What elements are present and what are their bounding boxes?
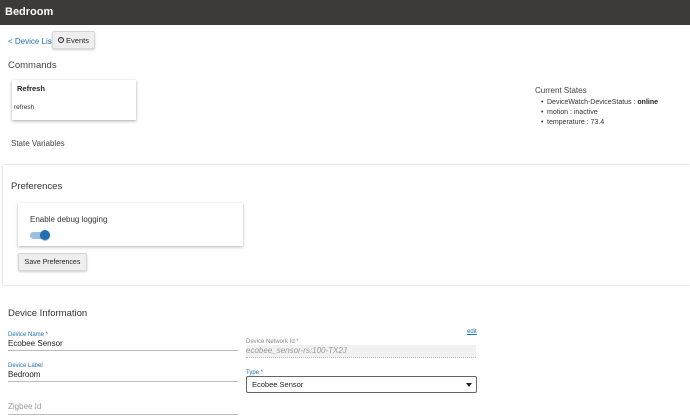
toggle-knob <box>40 230 50 240</box>
state-item: motion : inactive <box>541 108 658 118</box>
device-name-field[interactable]: Device Name * Ecobee Sensor <box>8 332 238 351</box>
edit-network-id-link[interactable]: edit <box>467 329 477 335</box>
type-select-value: Ecobee Sensor <box>252 380 304 389</box>
events-button-label: Events <box>66 35 89 45</box>
state-item: DeviceWatch-DeviceStatus : online <box>541 98 658 108</box>
type-select[interactable]: Ecobee Sensor <box>246 376 477 393</box>
preferences-panel: Preferences Enable debug logging Save Pr… <box>3 165 690 285</box>
preferences-heading: Preferences <box>11 181 63 192</box>
zigbee-id-field[interactable]: Zigbee Id <box>8 402 238 415</box>
info-icon: ! <box>58 37 65 43</box>
device-network-id-field: Device Network Id * ecobee_sensor-rs:100… <box>246 339 476 358</box>
current-states-title: Current States <box>535 86 587 95</box>
current-states: Current States DeviceWatch-DeviceStatus … <box>535 86 658 128</box>
device-list-link[interactable]: < Device List <box>8 37 54 46</box>
command-param: refresh <box>14 104 35 111</box>
commands-heading: Commands <box>8 60 57 71</box>
zigbee-id-input[interactable]: Zigbee Id <box>8 402 238 415</box>
chevron-down-icon <box>466 383 472 387</box>
events-button[interactable]: ! Events <box>52 31 95 49</box>
device-name-input[interactable]: Ecobee Sensor <box>8 338 238 351</box>
save-preferences-button[interactable]: Save Preferences <box>18 253 87 271</box>
command-title: Refresh <box>17 84 45 93</box>
debug-logging-card: Enable debug logging <box>18 203 243 246</box>
top-bar: Bedroom <box>0 0 690 25</box>
debug-logging-toggle[interactable] <box>30 230 50 240</box>
type-field[interactable]: Type * Ecobee Sensor <box>246 370 477 393</box>
state-variables-heading: State Variables <box>11 139 65 148</box>
device-label-input[interactable]: Bedroom <box>8 369 238 382</box>
device-information-heading: Device Information <box>8 308 88 319</box>
device-label-field[interactable]: Device Label Bedroom <box>8 363 238 382</box>
state-item: temperature : 73.4 <box>541 118 658 128</box>
debug-logging-label: Enable debug logging <box>30 215 108 224</box>
command-refresh-card[interactable]: Refresh refresh <box>12 80 136 120</box>
device-network-id-input: ecobee_sensor-rs:100-TX2J <box>246 345 476 358</box>
page-title: Bedroom <box>5 6 54 18</box>
